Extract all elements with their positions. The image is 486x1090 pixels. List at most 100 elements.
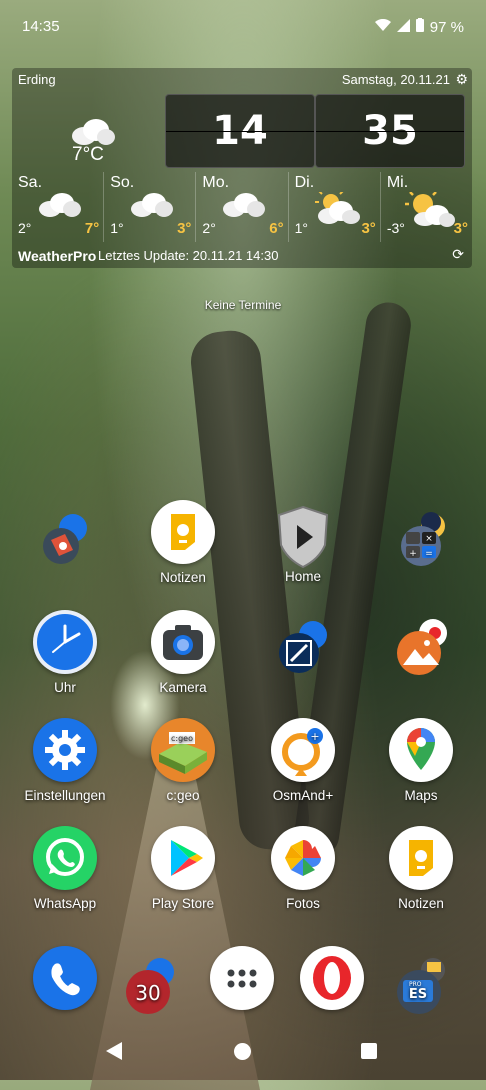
forecast-high: 3° xyxy=(453,220,469,237)
app-home[interactable]: Home xyxy=(248,505,358,584)
clock-hour[interactable]: 14 xyxy=(165,94,315,168)
folder-icon: × + = xyxy=(389,510,453,574)
app-label: Notizen xyxy=(398,896,444,911)
forecast-day-name: Mo. xyxy=(202,174,230,191)
current-temperature: 7°C xyxy=(72,144,104,165)
forecast-low: -3° xyxy=(386,220,405,236)
clock-icon xyxy=(33,610,97,674)
back-icon[interactable] xyxy=(106,1042,122,1060)
app-osmand[interactable]: + OsmAnd+ xyxy=(248,718,358,803)
svg-text:PRO: PRO xyxy=(409,981,422,988)
forecast-day: Mi. -3° 3° xyxy=(381,172,472,242)
folder-settings[interactable] xyxy=(10,510,120,574)
app-cgeo[interactable]: c:geo c:geo xyxy=(128,718,238,803)
app-label: Play Store xyxy=(151,896,215,911)
weather-widget[interactable]: Erding Samstag, 20.11.21 ⚙ 7°C 14 35 Sa.… xyxy=(12,68,472,268)
refresh-icon[interactable]: ⟳ xyxy=(452,246,464,263)
app-uhr[interactable]: Uhr xyxy=(10,610,120,695)
forecast-high: 3° xyxy=(177,220,192,237)
forecast-low: 1° xyxy=(294,220,308,236)
app-notizen-2[interactable]: Notizen xyxy=(366,826,476,911)
forecast-low: 2° xyxy=(202,220,216,236)
camera-icon xyxy=(151,610,215,674)
folder-tools[interactable]: × + = xyxy=(366,510,476,574)
folder-bank[interactable] xyxy=(248,615,358,679)
phone-icon xyxy=(33,946,97,1010)
svg-text:=: = xyxy=(425,549,433,559)
folder-icon xyxy=(33,510,97,574)
app-einstellungen[interactable]: Einstellungen xyxy=(10,718,120,803)
cloud-icon xyxy=(128,192,174,223)
forecast-day-name: Sa. xyxy=(18,174,43,191)
app-notizen[interactable]: Notizen xyxy=(128,500,238,585)
app-label: Einstellungen xyxy=(24,788,106,803)
app-whatsapp[interactable]: WhatsApp xyxy=(10,826,120,911)
navigation-bar xyxy=(0,1030,486,1074)
forecast-high: 7° xyxy=(84,220,100,237)
app-maps[interactable]: Maps xyxy=(366,718,476,803)
app-label: Uhr xyxy=(54,680,76,695)
dock-files-folder[interactable]: ES PRO xyxy=(366,954,476,1018)
app-fotos[interactable]: Fotos xyxy=(248,826,358,911)
app-playstore[interactable]: Play Store xyxy=(128,826,238,911)
app-label: OsmAnd+ xyxy=(272,788,334,803)
folder-icon xyxy=(389,615,453,679)
svg-text:+: + xyxy=(310,730,319,743)
forecast-day-name: Mi. xyxy=(386,174,409,191)
status-bar: 14:35 97 % xyxy=(22,14,464,40)
forecast-row: Sa. 2° 7° So. 1° 3° Mo. 2° 6° Di. 1° 3° … xyxy=(12,172,472,242)
forecast-low: 2° xyxy=(18,220,32,236)
svg-text:ES: ES xyxy=(409,987,427,1002)
home-icon[interactable] xyxy=(234,1043,251,1060)
forecast-high: 6° xyxy=(269,220,284,237)
weather-date: Samstag, 20.11.21 xyxy=(341,72,450,87)
pinwheel-icon xyxy=(271,826,335,890)
folder-icon: 30 xyxy=(118,954,182,1018)
forecast-high: 3° xyxy=(361,220,376,237)
svg-text:c:geo: c:geo xyxy=(171,734,193,743)
status-time: 14:35 xyxy=(22,18,60,35)
cloud-icon xyxy=(36,192,82,223)
cloud-icon xyxy=(220,192,266,223)
forecast-low: 1° xyxy=(110,220,124,236)
weather-update-time: Letztes Update: 20.11.21 14:30 xyxy=(98,248,279,263)
recents-icon[interactable] xyxy=(361,1043,377,1059)
osmand-icon: + xyxy=(271,718,335,782)
signal-icon xyxy=(396,18,410,36)
gear-icon xyxy=(33,718,97,782)
weather-brand: WeatherPro xyxy=(18,248,97,264)
forecast-day: Sa. 2° 7° xyxy=(12,172,105,242)
calendar-date: 30 xyxy=(135,981,160,1005)
calendar-events[interactable]: Keine Termine xyxy=(0,298,486,312)
battery-icon xyxy=(415,18,424,36)
folder-icon xyxy=(271,615,335,679)
app-label: Fotos xyxy=(286,896,320,911)
battery-percent: 97 % xyxy=(429,18,464,36)
notes-icon xyxy=(151,500,215,564)
forecast-day: So. 1° 3° xyxy=(104,172,197,242)
sun-cloud-icon xyxy=(313,189,361,231)
sun-cloud-icon xyxy=(404,189,455,233)
app-label: Home xyxy=(284,569,321,584)
app-label: c:geo xyxy=(166,788,200,803)
svg-text:×: × xyxy=(425,534,433,544)
app-label: Maps xyxy=(404,788,438,803)
folder-icon: ES PRO xyxy=(389,954,453,1018)
svg-text:+: + xyxy=(409,549,417,559)
map-pin-icon xyxy=(389,718,453,782)
opera-icon xyxy=(300,946,364,1010)
forecast-day: Mo. 2° 6° xyxy=(196,172,289,242)
forecast-day-name: So. xyxy=(110,174,135,191)
app-label: Kamera xyxy=(159,680,207,695)
app-label: WhatsApp xyxy=(33,896,97,911)
clock-minute[interactable]: 35 xyxy=(315,94,465,168)
weather-city: Erding xyxy=(18,72,56,87)
gear-icon[interactable]: ⚙ xyxy=(455,71,468,88)
app-kamera[interactable]: Kamera xyxy=(128,610,238,695)
app-label: Notizen xyxy=(160,570,206,585)
status-icons: 97 % xyxy=(374,18,464,36)
folder-photos[interactable] xyxy=(366,615,476,679)
whatsapp-icon xyxy=(33,826,97,890)
shield-play-icon xyxy=(271,505,335,569)
apps-grid-icon xyxy=(210,946,274,1010)
